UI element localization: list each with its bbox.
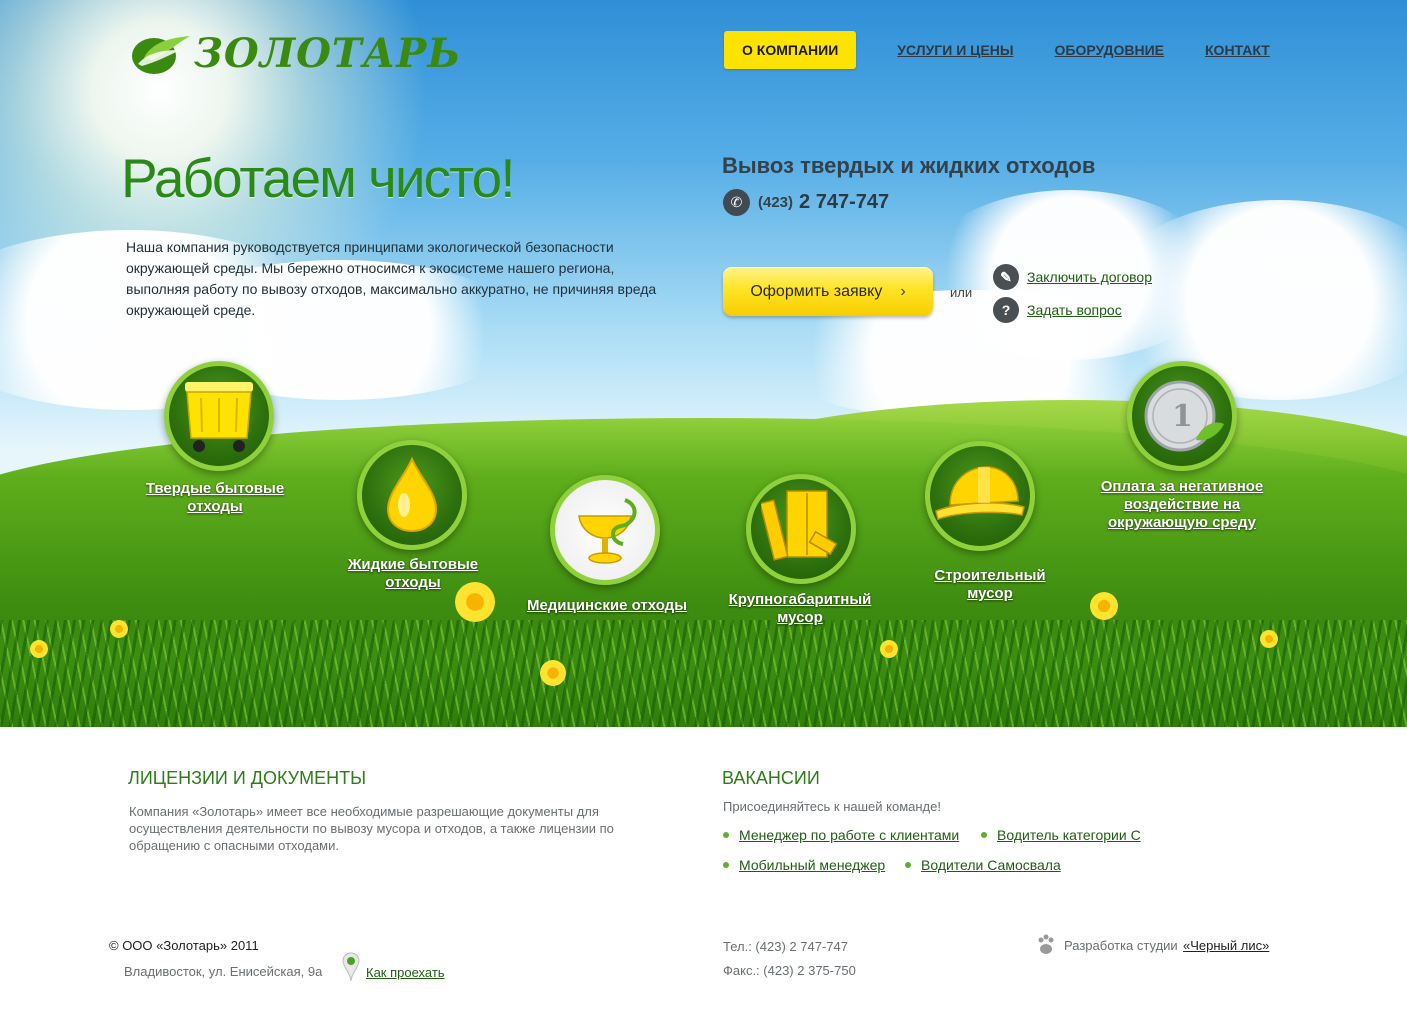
category-bulky-waste[interactable] [746,474,856,584]
address: Владивосток, ул. Енисейская, 9а [124,964,323,979]
category-liquid-waste-label[interactable]: Жидкие бытовые отходы [333,556,493,592]
footer-tel: Тел.: (423) 2 747-747 [723,939,848,954]
nav-item-equipment[interactable]: ОБОРУДОВНИЕ [1055,42,1164,58]
bullet-icon [905,862,911,868]
licenses-title: ЛИЦЕНЗИИ И ДОКУМЕНТЫ [128,768,366,788]
phone-number: 2 747-747 [799,191,890,213]
document-edit-icon: ✎ [993,264,1019,290]
studio-link[interactable]: «Черный лис» [1183,938,1269,953]
grass-foreground [0,620,1407,727]
contract-link-label: Заключить договор [1027,269,1152,285]
category-medical-waste-label[interactable]: Медицинские отходы [522,597,692,615]
question-link[interactable]: ? Задать вопрос [993,297,1122,323]
vacancy-link: Водитель категории С [997,827,1141,843]
brand-name: ЗОЛОТАРЬ [194,30,462,77]
nav-item-about[interactable]: О КОМПАНИИ [724,31,857,69]
service-title: Вывоз твердых и жидких отходов [722,153,1096,178]
category-bulky-waste-label[interactable]: Крупногабаритный мусор [715,591,885,627]
category-solid-waste[interactable] [164,361,274,471]
footer-fax: Факс.: (423) 2 375-750 [723,963,856,978]
order-button[interactable]: Оформить заявку › [723,267,933,316]
furniture-icon [761,490,838,561]
map-pin-icon [342,952,360,985]
vacancies-subtitle: Присоединяйтесь к нашей команде! [723,799,941,814]
paw-icon [1036,934,1056,959]
vacancy-item[interactable]: Водители Самосвала [905,857,1061,873]
vacancy-item[interactable]: Менеджер по работе с клиентами [723,827,959,843]
category-liquid-waste[interactable] [357,440,467,550]
licenses-text: Компания «Золотарь» имеет все необходимы… [129,804,614,853]
category-medical-waste[interactable] [550,475,660,585]
intro-text: Наша компания руководствуется принципами… [126,239,657,318]
main-nav: О КОМПАНИИ УСЛУГИ И ЦЕНЫ ОБОРУДОВНИЕ КОН… [724,31,1270,69]
flower-decoration [30,640,48,658]
order-button-label: Оформить заявку [750,282,883,300]
question-icon: ? [993,297,1019,323]
ruble-coin-icon: 1 [1144,380,1224,452]
liquid-drop-icon [386,456,438,533]
category-solid-waste-label[interactable]: Твердые бытовые отходы [130,480,300,516]
category-eco-payment-label[interactable]: Оплата за негативное воздействие на окру… [1092,478,1272,532]
chevron-right-icon: › [900,282,906,300]
medical-bowl-icon [578,498,637,564]
phone-icon: ✆ [723,189,750,216]
flower-decoration [540,660,566,686]
or-text: или [950,285,973,300]
flower-decoration [880,640,898,658]
svg-text:1: 1 [1172,399,1193,434]
vacancy-item[interactable]: Водитель категории С [981,827,1141,843]
bullet-icon [723,862,729,868]
category-construction-waste[interactable] [925,441,1035,551]
studio-prefix: Разработка студии [1064,938,1178,953]
category-construction-waste-label[interactable]: Строительный мусор [910,567,1070,603]
hero-section: ЗОЛОТАРЬ О КОМПАНИИ УСЛУГИ И ЦЕНЫ ОБОРУД… [0,0,1407,727]
vacancy-item[interactable]: Мобильный менеджер [723,857,885,873]
page-headline: Работаем чисто! [121,147,515,209]
nav-item-contact[interactable]: КОНТАКТ [1205,42,1270,58]
vacancy-link: Водители Самосвала [921,857,1061,873]
flower-decoration [1260,630,1278,648]
copyright: © ООО «Золотарь» 2011 [109,938,259,953]
hard-hat-icon [935,466,1025,520]
bullet-icon [723,832,729,838]
flower-decoration [1090,592,1118,620]
category-eco-payment[interactable]: 1 [1127,361,1237,471]
logo[interactable]: ЗОЛОТАРЬ [130,30,461,77]
garbage-container-icon [185,382,253,452]
leaf-logo-icon [130,32,192,76]
vacancies-title: ВАКАНСИИ [722,768,820,788]
nav-item-services[interactable]: УСЛУГИ И ЦЕНЫ [897,42,1013,58]
phone-code: (423) [758,194,794,211]
flower-decoration [110,620,128,638]
hero-phone: ✆ (423) 2 747-747 [723,189,889,216]
bullet-icon [981,832,987,838]
vacancy-link: Мобильный менеджер [739,857,886,873]
directions-link[interactable]: Как проехать [366,965,445,980]
contract-link[interactable]: ✎ Заключить договор [993,264,1152,290]
vacancy-link: Менеджер по работе с клиентами [739,827,960,843]
question-link-label: Задать вопрос [1027,302,1122,318]
